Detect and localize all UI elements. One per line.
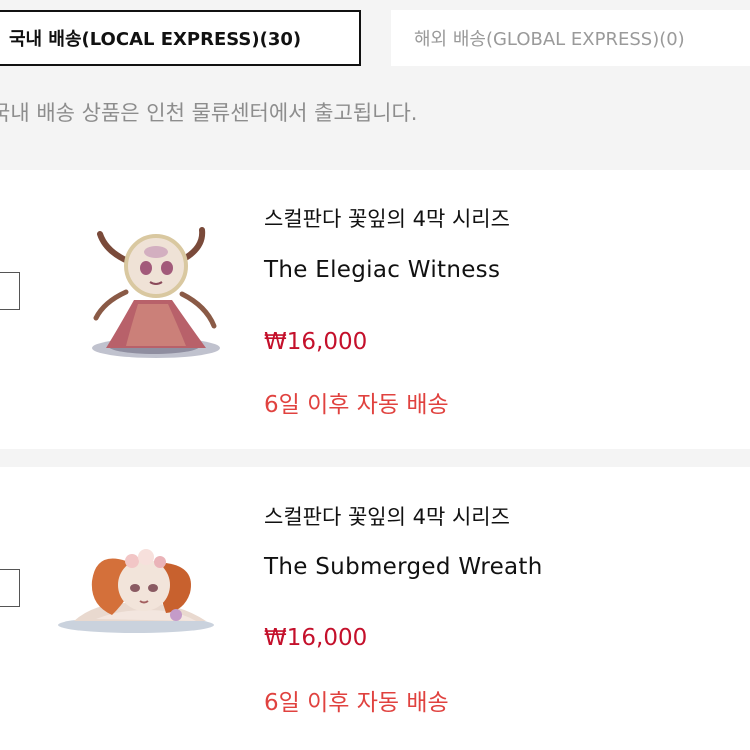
- product-name[interactable]: The Elegiac Witness: [264, 257, 500, 283]
- product-card: 스컬판다 꽃잎의 4막 시리즈 The Elegiac Witness ₩16,…: [0, 170, 750, 449]
- tab-global-express[interactable]: 해외 배송(GLOBAL EXPRESS)(0): [391, 10, 750, 66]
- product-series: 스컬판다 꽃잎의 4막 시리즈: [264, 505, 510, 529]
- product-price: ₩16,000: [264, 329, 368, 355]
- product-price: ₩16,000: [264, 625, 368, 651]
- shipping-tabs: 국내 배송(LOCAL EXPRESS)(30) 해외 배송(GLOBAL EX…: [0, 0, 750, 96]
- shipping-notice: 국내 배송 상품은 인천 물류센터에서 출고됩니다.: [0, 101, 418, 125]
- tab-local-express[interactable]: 국내 배송(LOCAL EXPRESS)(30): [0, 10, 361, 66]
- product-card: 스컬판다 꽃잎의 4막 시리즈 The Submerged Wreath ₩16…: [0, 467, 750, 750]
- shipping-status: 6일 이후 자동 배송: [264, 392, 449, 418]
- select-checkbox[interactable]: [0, 272, 20, 310]
- figure-submerged-wreath-icon: [58, 549, 214, 633]
- shipping-status: 6일 이후 자동 배송: [264, 690, 449, 716]
- product-name[interactable]: The Submerged Wreath: [264, 554, 543, 580]
- product-image[interactable]: [56, 541, 216, 635]
- product-image[interactable]: [86, 222, 230, 362]
- product-series: 스컬판다 꽃잎의 4막 시리즈: [264, 207, 510, 231]
- figure-elegiac-witness-icon: [92, 227, 220, 358]
- select-checkbox[interactable]: [0, 569, 20, 607]
